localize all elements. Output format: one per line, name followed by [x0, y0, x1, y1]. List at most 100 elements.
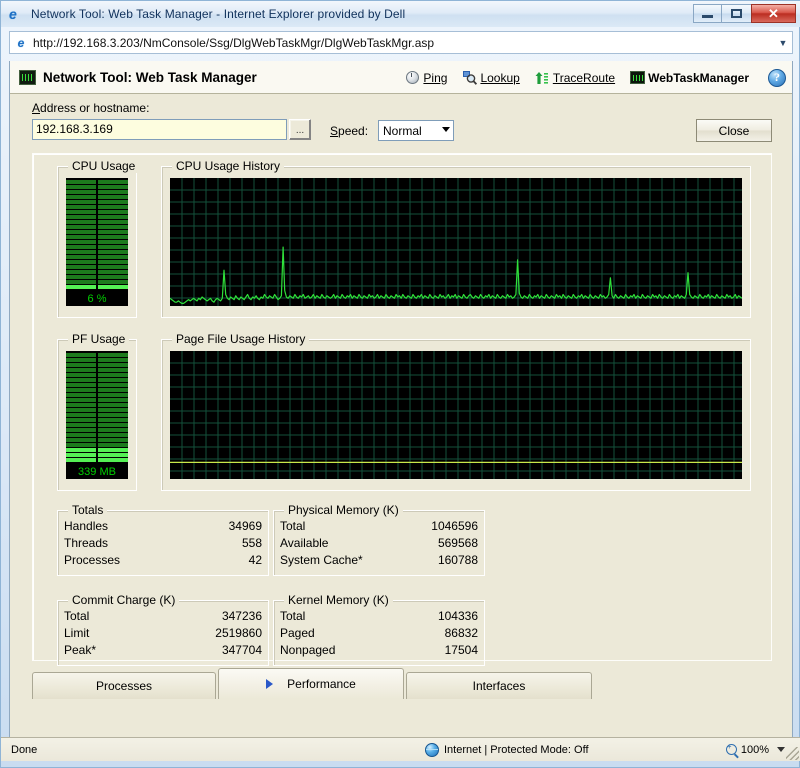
nav-link-ping[interactable]: Ping — [405, 70, 447, 85]
cpu-history-legend: CPU Usage History — [172, 159, 285, 173]
tab-performance[interactable]: Performance — [218, 668, 404, 699]
totals-legend: Totals — [68, 503, 108, 517]
nav-label-lookup: Lookup — [480, 70, 520, 85]
performance-panel: CPU Usage 6 % CPU Usage History PF Usage… — [32, 153, 772, 666]
physical-memory-legend: Physical Memory (K) — [284, 503, 403, 517]
table-row: Handles 34969 — [58, 518, 268, 535]
physical-memory-group: Physical Memory (K) Total 1046596 Availa… — [273, 503, 485, 576]
app-nav: Ping Lookup TraceRoute WebTaskManager ? — [405, 61, 786, 94]
maximize-button[interactable] — [722, 4, 751, 23]
pf-usage-legend: PF Usage — [68, 332, 130, 346]
stat-value: 42 — [248, 553, 262, 567]
speed-select[interactable]: Normal — [378, 120, 454, 141]
nav-link-lookup[interactable]: Lookup — [462, 70, 520, 85]
chevron-down-icon — [777, 747, 785, 752]
stat-value: 86832 — [444, 626, 478, 640]
nav-label-webtaskmanager: WebTaskManager — [648, 70, 749, 85]
stat-value: 569568 — [437, 536, 478, 550]
stat-key: Total — [280, 519, 306, 533]
table-row: Available 569568 — [274, 535, 484, 552]
stopwatch-icon — [405, 70, 420, 85]
totals-group: Totals Handles 34969 Threads 558 Process… — [57, 503, 269, 576]
window-controls: ✕ — [693, 4, 796, 23]
table-row: Paged 86832 — [274, 625, 484, 642]
table-row: Total 104336 — [274, 608, 484, 625]
stat-value: 347704 — [221, 643, 262, 657]
stat-key: Limit — [64, 626, 90, 640]
stat-value: 1046596 — [431, 519, 478, 533]
address-bar[interactable]: e http://192.168.3.203/NmConsole/Ssg/Dlg… — [9, 31, 793, 54]
gauge-column — [98, 351, 128, 479]
gauge-column — [98, 178, 128, 306]
nav-link-traceroute[interactable]: TraceRoute — [535, 70, 615, 85]
stat-key: Paged — [280, 626, 315, 640]
gauge-column — [66, 178, 96, 306]
stat-key: Processes — [64, 553, 121, 567]
stat-value: 2519860 — [215, 626, 262, 640]
task-manager-icon — [19, 69, 36, 85]
address-bar-row: e http://192.168.3.203/NmConsole/Ssg/Dlg… — [1, 29, 800, 57]
close-button[interactable]: Close — [696, 119, 772, 142]
status-message: Done — [11, 743, 38, 756]
page-file-usage-history-graph — [170, 351, 742, 479]
chevron-down-icon — [442, 127, 450, 132]
stat-value: 558 — [241, 536, 262, 550]
table-row: Limit 2519860 — [58, 625, 268, 642]
minimize-icon — [702, 15, 713, 18]
address-input[interactable]: 192.168.3.169 — [32, 119, 287, 140]
title-bar: e Network Tool: Web Task Manager - Inter… — [1, 1, 800, 27]
minimize-button[interactable] — [693, 4, 722, 23]
cpu-usage-gauge: 6 % — [66, 178, 128, 306]
waveform-glyph — [21, 73, 34, 81]
maximize-icon — [731, 9, 742, 18]
gauge-column — [66, 351, 96, 479]
table-row: Total 347236 — [58, 608, 268, 625]
pf-usage-gauge: 339 MB — [66, 351, 128, 479]
tab-label: Performance — [287, 677, 356, 691]
url-text[interactable]: http://192.168.3.203/NmConsole/Ssg/DlgWe… — [33, 36, 774, 50]
kernel-memory-legend: Kernel Memory (K) — [284, 593, 393, 607]
nav-label-traceroute: TraceRoute — [552, 70, 616, 85]
tab-label: Processes — [95, 679, 153, 693]
stat-value: 17504 — [444, 643, 478, 657]
browser-window: e Network Tool: Web Task Manager - Inter… — [0, 0, 800, 768]
address-label: Address or hostname: — [32, 101, 150, 115]
resize-grip[interactable] — [786, 747, 799, 760]
status-bar: Done Internet | Protected Mode: Off 100% — [1, 737, 800, 761]
connection-form: Address or hostname: 192.168.3.169 ... S… — [10, 94, 792, 151]
table-row: Threads 558 — [58, 535, 268, 552]
stat-value: 104336 — [437, 609, 478, 623]
table-row: System Cache* 160788 — [274, 552, 484, 569]
zoom-control[interactable]: 100% — [725, 741, 785, 756]
pf-history-legend: Page File Usage History — [172, 332, 310, 346]
stat-key: Peak* — [64, 643, 97, 657]
nav-link-webtaskmanager[interactable]: WebTaskManager — [630, 70, 749, 85]
tab-interfaces[interactable]: Interfaces — [406, 672, 592, 699]
browse-button[interactable]: ... — [289, 119, 311, 140]
help-icon[interactable]: ? — [768, 68, 786, 87]
window-title: Network Tool: Web Task Manager - Interne… — [31, 7, 406, 21]
cpu-usage-history-graph — [170, 178, 742, 306]
commit-charge-legend: Commit Charge (K) — [68, 593, 180, 607]
cpu-usage-readout: 6 % — [87, 293, 107, 305]
tab-processes[interactable]: Processes — [32, 672, 216, 699]
close-window-button[interactable]: ✕ — [751, 4, 796, 23]
stat-key: Available — [280, 536, 329, 550]
play-triangle-icon — [266, 679, 274, 689]
chevron-down-icon[interactable]: ▼ — [774, 32, 792, 53]
magnifier-icon — [462, 70, 477, 85]
internet-explorer-icon: e — [9, 6, 17, 22]
table-row: Processes 42 — [58, 552, 268, 569]
up-arrow-icon — [535, 70, 550, 85]
nav-label-ping: Ping — [423, 70, 448, 85]
table-row: Nonpaged 17504 — [274, 642, 484, 659]
security-zone[interactable]: Internet | Protected Mode: Off — [425, 742, 589, 757]
stat-value: 347236 — [221, 609, 262, 623]
tab-bar: Processes Performance Interfaces — [32, 667, 772, 699]
stat-key: System Cache* — [280, 553, 363, 567]
cpu-gauge-bars — [66, 178, 128, 306]
ie-page-icon: e — [17, 35, 25, 50]
speed-label: Speed: — [330, 124, 369, 138]
stat-key: Total — [280, 609, 306, 623]
stat-key: Handles — [64, 519, 109, 533]
